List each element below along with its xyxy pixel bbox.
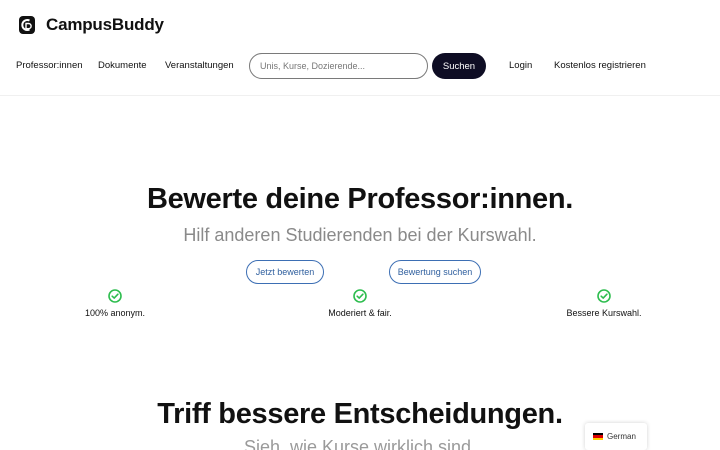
check-circle-icon — [108, 289, 122, 303]
register-link[interactable]: Kostenlos registrieren — [554, 60, 646, 71]
feature-label: Bessere Kurswahl. — [566, 308, 642, 318]
site-header: CampusBuddy Professor:innen Dokumente Ve… — [0, 0, 720, 96]
search-button[interactable]: Suchen — [432, 53, 486, 79]
nav-documents-link[interactable]: Dokumente — [98, 60, 147, 71]
hero-subtitle: Hilf anderen Studierenden bei der Kurswa… — [183, 225, 537, 245]
feature-label: Moderiert & fair. — [328, 308, 392, 318]
find-rating-button[interactable]: Bewertung suchen — [389, 260, 481, 284]
brand-logo[interactable]: CampusBuddy — [17, 15, 164, 35]
search-field[interactable] — [249, 53, 428, 79]
germany-flag-icon — [593, 433, 603, 440]
language-label: German — [607, 432, 636, 441]
hero-title: Bewerte deine Professor:innen. — [146, 183, 574, 215]
brand-name: CampusBuddy — [46, 15, 164, 34]
feature-moderated: Moderiert & fair. — [305, 289, 415, 318]
check-circle-icon — [597, 289, 611, 303]
login-link[interactable]: Login — [509, 60, 532, 71]
feature-better-choice: Bessere Kurswahl. — [549, 289, 659, 318]
feature-anonymous: 100% anonym. — [60, 289, 170, 318]
nav-events-link[interactable]: Veranstaltungen — [165, 60, 234, 71]
logo-icon — [19, 16, 35, 34]
language-switcher[interactable]: German — [585, 423, 647, 450]
rate-now-button[interactable]: Jetzt bewerten — [246, 260, 324, 284]
feature-label: 100% anonym. — [84, 308, 146, 318]
search-input[interactable] — [250, 54, 427, 78]
check-circle-icon — [353, 289, 367, 303]
nav-professors-link[interactable]: Professor:innen — [16, 60, 83, 71]
